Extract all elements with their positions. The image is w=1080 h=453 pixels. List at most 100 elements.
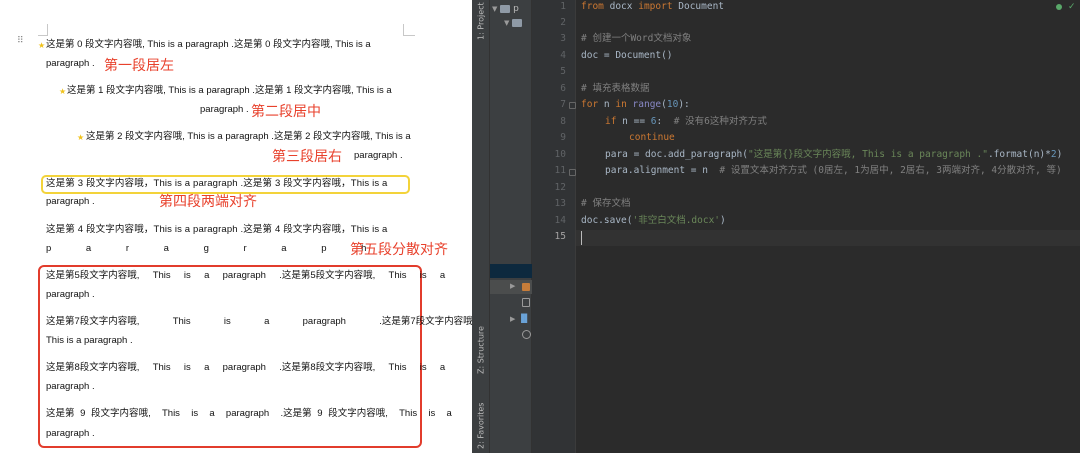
expand-arrow-icon[interactable]: ▶: [510, 282, 515, 290]
current-line-highlight: [576, 230, 1080, 246]
project-root-label: p: [513, 4, 519, 14]
line-number: 2: [560, 17, 566, 28]
code-token: ): [720, 215, 726, 226]
code-token: para.alignment = n: [605, 165, 720, 176]
bookmark-star-icon: ★: [77, 133, 85, 142]
page-corner-marker: [403, 24, 415, 36]
line-number: 15: [554, 231, 566, 242]
code-token: "这是第{}段文字内容哦, This is a paragraph .": [748, 149, 988, 160]
paragraph-2-line-1[interactable]: 这是第 2 段文字内容哦, This is a paragraph .这是第 2…: [86, 131, 411, 143]
line-number: 12: [554, 182, 566, 193]
code-token: 10: [666, 99, 679, 110]
file-icon: [522, 283, 530, 291]
code-token: # 设置文本对齐方式 (0居左, 1为居中, 2居右, 3两端对齐, 4分散对齐…: [719, 165, 1062, 176]
code-token: import: [638, 1, 673, 12]
line-number: 14: [554, 215, 566, 226]
collapse-arrow-icon[interactable]: ▼: [504, 19, 509, 27]
ide-window[interactable]: 1: Project Z: Structure 2: Favorites ▼ p…: [472, 0, 1080, 453]
annotation-justify-align: 第四段两端对齐: [159, 194, 257, 210]
annotation-right-align: 第三段居右: [272, 149, 342, 165]
code-line-9[interactable]: continue: [629, 132, 675, 144]
paragraph-4-line-2[interactable]: p a r a g r a p h: [46, 243, 366, 255]
tab-project-tool-window[interactable]: 1: Project: [473, 0, 489, 42]
scratches-icon[interactable]: [522, 330, 531, 339]
file-icon: [522, 298, 530, 307]
line-number: 1: [560, 1, 566, 12]
line-number: 11: [554, 165, 566, 176]
fold-marker-icon[interactable]: [569, 102, 576, 109]
code-line-14[interactable]: doc.save('非空白文档.docx'): [581, 215, 726, 227]
line-number: 6: [560, 83, 566, 94]
fold-marker-icon[interactable]: [569, 169, 576, 176]
code-token: '非空白文档.docx': [632, 215, 721, 226]
code-token: .format(n)*: [987, 149, 1051, 160]
tab-structure-label: Z: Structure: [476, 326, 486, 374]
highlight-box-red: [38, 265, 422, 448]
tab-project-label: 1: Project: [476, 2, 486, 40]
code-token: range: [632, 99, 662, 110]
code-token: # 没有6这种对齐方式: [673, 116, 767, 127]
line-number: 9: [560, 132, 566, 143]
code-line-3[interactable]: # 创建一个Word文档对象: [581, 33, 691, 45]
project-tree-row[interactable]: ▶: [490, 280, 532, 294]
paragraph-0-line-2[interactable]: paragraph .: [46, 58, 95, 70]
code-token: para = doc.add_paragraph(: [605, 149, 748, 160]
paragraph-5-line-1[interactable]: 这是第5段文字内容哦, This is a paragraph .这是第5段文字…: [46, 270, 445, 282]
paragraph-1-line-1[interactable]: 这是第 1 段文字内容哦, This is a paragraph .这是第 1…: [67, 85, 392, 97]
paragraph-8-line-1[interactable]: 这是第8段文字内容哦, This is a paragraph .这是第8段文字…: [46, 362, 445, 374]
code-token: if: [605, 116, 617, 127]
word-document[interactable]: ⠿ ★ 这是第 0 段文字内容哦, This is a paragraph .这…: [0, 0, 472, 453]
line-number: 8: [560, 116, 566, 127]
inspection-ok-icon[interactable]: [1056, 4, 1062, 10]
folder-icon: [500, 4, 511, 13]
code-line-4[interactable]: doc = Document(): [581, 50, 673, 62]
tool-window-stripe: [472, 0, 490, 453]
tab-favorites-tool-window[interactable]: 2: Favorites: [473, 398, 489, 453]
code-line-1[interactable]: from docx import Document: [581, 1, 724, 13]
code-line-7[interactable]: for n in range(10):: [581, 99, 690, 111]
bookmark-star-icon: ★: [38, 41, 46, 50]
project-panel[interactable]: ▼ p ▼ ▶ ▶ ▐▌: [490, 0, 532, 453]
page-corner-marker: [38, 24, 48, 36]
line-number: 13: [554, 198, 566, 209]
paragraph-7-line-2[interactable]: This is a paragraph .: [46, 335, 133, 347]
code-token: for: [581, 99, 599, 110]
paragraph-5-line-2[interactable]: paragraph .: [46, 289, 95, 301]
code-line-11[interactable]: para.alignment = n # 设置文本对齐方式 (0居左, 1为居中…: [605, 165, 1062, 177]
code-line-8[interactable]: if n == 6: # 没有6这种对齐方式: [605, 116, 767, 128]
paragraph-9-line-1[interactable]: 这是第 9 段文字内容哦, This is a paragraph .这是第 9…: [46, 408, 452, 420]
text-caret: [581, 231, 582, 245]
code-token: Document: [672, 1, 725, 12]
code-token: n: [598, 99, 616, 110]
paragraph-4-line-1[interactable]: 这是第 4 段文字内容哦，This is a paragraph .这是第 4 …: [46, 224, 388, 236]
folder-icon: [512, 18, 523, 27]
checkmark-icon[interactable]: ✓: [1068, 2, 1078, 12]
code-token: in: [615, 99, 627, 110]
paragraph-2-line-2[interactable]: paragraph .: [354, 150, 403, 162]
code-line-13[interactable]: # 保存文档: [581, 198, 630, 210]
project-tree-selected-row[interactable]: [490, 264, 532, 278]
paragraph-9-line-2[interactable]: paragraph .: [46, 428, 95, 440]
paragraph-3-line-2[interactable]: paragraph .: [46, 196, 95, 208]
expand-arrow-icon[interactable]: ▶: [510, 315, 515, 323]
code-token: ):: [678, 99, 690, 110]
paragraph-0-line-1[interactable]: 这是第 0 段文字内容哦, This is a paragraph .这是第 0…: [46, 39, 371, 51]
paragraph-7-line-1[interactable]: 这是第7段文字内容哦, This is a paragraph .这是第7段文字…: [46, 316, 472, 328]
line-number: 4: [560, 50, 566, 61]
annotation-center-align: 第二段居中: [251, 104, 321, 120]
code-token: docx: [603, 1, 639, 12]
collapse-arrow-icon[interactable]: ▼: [492, 5, 497, 13]
line-number: 5: [560, 66, 566, 77]
drag-handle-icon[interactable]: ⠿: [17, 37, 25, 51]
project-tree-root[interactable]: ▼ p: [492, 2, 534, 16]
code-line-6[interactable]: # 填充表格数据: [581, 83, 649, 95]
code-token: n ==: [616, 116, 651, 127]
paragraph-8-line-2[interactable]: paragraph .: [46, 381, 95, 393]
paragraph-3-line-1[interactable]: 这是第 3 段文字内容哦，This is a paragraph .这是第 3 …: [46, 178, 388, 190]
line-number: 10: [554, 149, 566, 160]
code-line-10[interactable]: para = doc.add_paragraph("这是第{}段文字内容哦, T…: [605, 149, 1062, 161]
external-libraries-row[interactable]: ▶ ▐▌: [510, 314, 530, 323]
tab-structure-tool-window[interactable]: Z: Structure: [473, 322, 489, 378]
paragraph-1-line-2[interactable]: paragraph .: [200, 104, 249, 116]
line-number: 3: [560, 33, 566, 44]
